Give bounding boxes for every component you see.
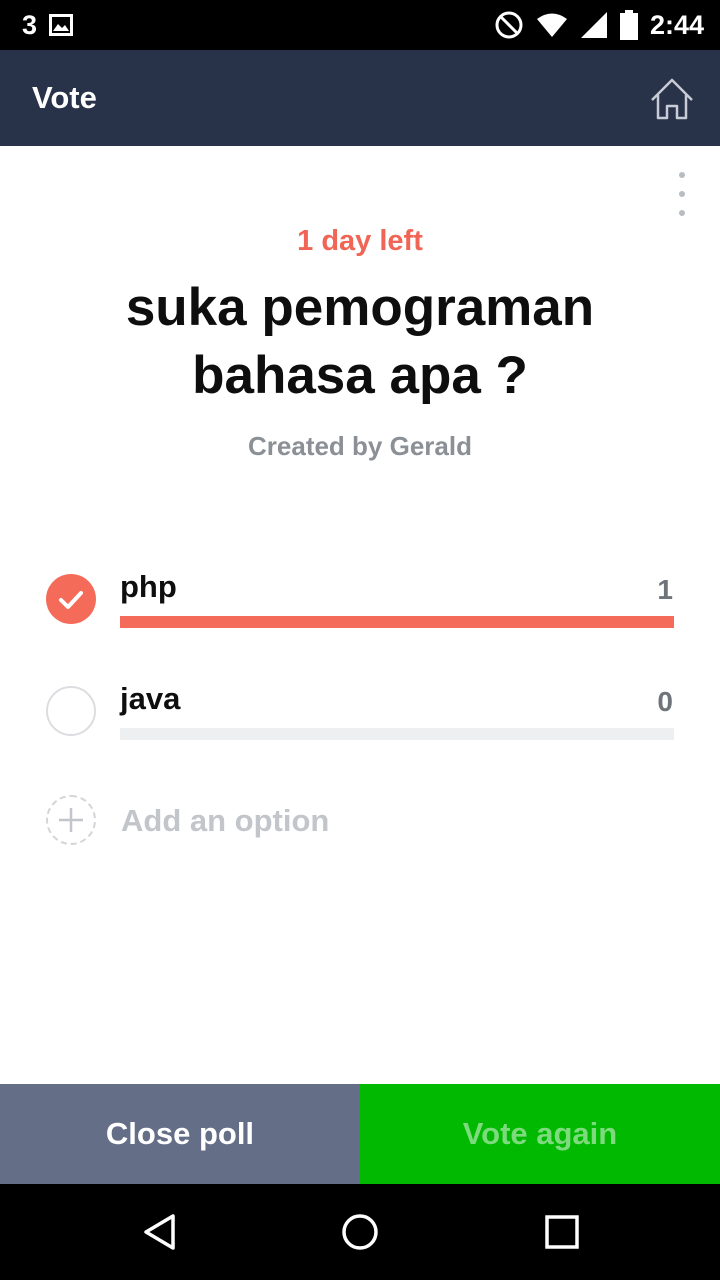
poll-option-php[interactable]: php 1 (0, 570, 720, 670)
status-bar: 3 2:44 (0, 0, 720, 50)
poll-question: suka pemograman bahasa apa ? (125, 278, 595, 405)
signal-icon (580, 12, 607, 38)
option-progress-track (120, 728, 674, 740)
checked-circle-icon[interactable] (46, 574, 96, 624)
clock: 2:44 (649, 10, 704, 40)
more-options-icon[interactable] (674, 172, 690, 216)
dot (679, 191, 685, 197)
close-poll-button[interactable]: Close poll (0, 1084, 360, 1184)
wifi-icon (536, 13, 567, 37)
unchecked-circle-icon[interactable] (46, 686, 96, 736)
battery-icon (619, 10, 638, 40)
option-vote-count: 0 (657, 686, 673, 717)
option-label: php (120, 569, 177, 604)
option-progress-fill (120, 616, 674, 628)
time-left-label: 1 day left (297, 225, 423, 257)
status-right: 2:44 (494, 8, 704, 42)
add-option-label[interactable]: Add an option (121, 803, 329, 839)
app-bar: Vote (0, 50, 720, 146)
page-title: Vote (32, 80, 97, 115)
option-vote-count: 1 (657, 574, 673, 605)
navigation-bar (0, 1184, 720, 1280)
home-icon[interactable] (648, 76, 696, 122)
do-not-disturb-icon (495, 11, 523, 39)
image-icon (49, 14, 74, 36)
notification-count: 3 (22, 10, 38, 40)
poll-option-java[interactable]: java 0 (0, 682, 720, 782)
status-left: 3 (22, 10, 74, 40)
recents-icon[interactable] (542, 1212, 582, 1252)
created-by-label: Created by Gerald (248, 431, 472, 461)
dot (679, 172, 685, 178)
add-option-row[interactable]: Add an option (0, 794, 720, 848)
option-progress-track (120, 616, 674, 628)
home-circle-icon[interactable] (340, 1212, 380, 1252)
option-label: java (120, 681, 181, 716)
back-icon[interactable] (140, 1212, 180, 1252)
dot (679, 210, 685, 216)
add-icon[interactable] (46, 795, 96, 845)
vote-again-button[interactable]: Vote again (360, 1084, 720, 1184)
